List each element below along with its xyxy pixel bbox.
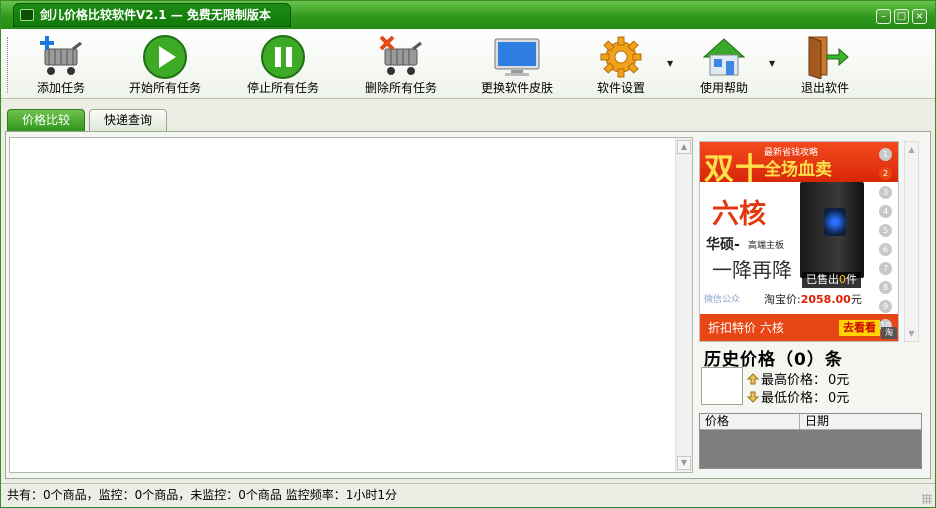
- min-price-label: 最低价格：: [761, 391, 827, 406]
- window-controls: – □ ×: [876, 9, 927, 24]
- cart-add-icon: [37, 35, 85, 79]
- ad-go-button[interactable]: 去看看: [839, 320, 880, 336]
- col-price-header[interactable]: 价格: [700, 414, 800, 429]
- ad-core: 六核: [712, 199, 766, 230]
- ad-carousel-dot[interactable]: 2: [879, 167, 892, 180]
- ad-sold-badge: 已售出0件: [802, 272, 861, 288]
- ad-banner[interactable]: 双十 最新省钱攻略 全场血卖 六核 华硕- 高端主板 一降再降 已售出0件 微信…: [699, 141, 899, 342]
- history-table[interactable]: 价格 日期: [699, 413, 922, 469]
- settings-button[interactable]: 软件设置: [587, 31, 655, 97]
- close-button[interactable]: ×: [912, 9, 927, 24]
- maximize-button[interactable]: □: [894, 9, 909, 24]
- exit-label: 退出软件: [800, 81, 849, 95]
- max-price-row: 最高价格： 0元: [747, 369, 849, 388]
- ad-carousel-dots: 1 2 3 4 5 6 7 8 9 10: [879, 148, 895, 338]
- toolbar-grip[interactable]: [7, 37, 9, 93]
- scroll-down-arrow[interactable]: ▼: [677, 456, 691, 470]
- min-price-row: 最低价格： 0元: [747, 387, 849, 406]
- ad-carousel-dot[interactable]: 1: [879, 148, 892, 161]
- task-list[interactable]: ▲ ▼: [9, 137, 693, 473]
- tab-express-query[interactable]: 快递查询: [89, 109, 167, 131]
- ad-headline: 双十: [704, 152, 766, 187]
- ad-carousel-dot[interactable]: 5: [879, 224, 892, 237]
- ad-carousel-dot[interactable]: 8: [879, 281, 892, 294]
- status-text: 共有：0个商品，监控：0个商品，未监控：0个商品 监控频率：1小时1分: [7, 488, 397, 502]
- ad-price-label: 淘宝价:: [764, 293, 801, 306]
- stop-all-button[interactable]: 停止所有任务: [239, 31, 327, 97]
- ad-brand-sub: 高端主板: [748, 241, 785, 251]
- ad-scrollbar[interactable]: ▲ ▼: [904, 141, 919, 342]
- settings-label: 软件设置: [596, 81, 645, 95]
- ad-sold-suffix: 件: [846, 273, 857, 286]
- gear-icon: [597, 35, 645, 79]
- taobao-mark: 淘: [881, 327, 897, 339]
- ad-carousel-dot[interactable]: 4: [879, 205, 892, 218]
- arrow-up-icon: [747, 372, 759, 385]
- settings-dropdown-arrow[interactable]: ▼: [667, 59, 673, 68]
- title-tab: 剑儿价格比较软件V2.1 — 免费无限制版本: [13, 3, 291, 27]
- window-title: 剑儿价格比较软件V2.1 — 免费无限制版本: [40, 8, 271, 22]
- ad-carousel-dot[interactable]: 9: [879, 300, 892, 313]
- change-skin-label: 更换软件皮肤: [480, 81, 553, 95]
- ad-bottom-bar: 折扣特价 六核 去看看: [700, 314, 898, 341]
- ad-sold-count: 0: [839, 273, 846, 286]
- ad-carousel-dot[interactable]: 3: [879, 186, 892, 199]
- status-bar: 共有：0个商品，监控：0个商品，未监控：0个商品 监控频率：1小时1分: [1, 483, 935, 507]
- delete-all-label: 删除所有任务: [364, 81, 437, 95]
- ad-price-unit: 元: [850, 293, 862, 306]
- ad-carousel-dot[interactable]: 6: [879, 243, 892, 256]
- history-table-header: 价格 日期: [700, 414, 921, 430]
- ad-sold-prefix: 已售出: [806, 273, 839, 286]
- ad-logo: 微信公众: [704, 295, 741, 305]
- monitor-icon: [493, 35, 541, 79]
- ad-price-value: 2058.00: [800, 293, 851, 306]
- resize-grip[interactable]: [922, 494, 932, 504]
- add-task-button[interactable]: 添加任务: [23, 31, 99, 97]
- app-icon: [20, 9, 34, 21]
- help-button[interactable]: 使用帮助: [691, 31, 757, 97]
- max-price-label: 最高价格：: [761, 373, 827, 388]
- product-thumbnail: [701, 367, 743, 405]
- max-price-value: 0元: [828, 373, 850, 388]
- play-icon: [141, 35, 189, 79]
- toolbar: 添加任务 开始所有任务 停止所有任务 删除所有任务 更换软件皮肤 软件设置 ▼ …: [1, 29, 935, 99]
- change-skin-button[interactable]: 更换软件皮肤: [473, 31, 561, 97]
- delete-all-button[interactable]: 删除所有任务: [357, 31, 445, 97]
- help-dropdown-arrow[interactable]: ▼: [769, 59, 775, 68]
- pc-tower-image: [800, 182, 864, 278]
- add-task-label: 添加任务: [36, 81, 85, 95]
- ad-carousel-dot[interactable]: 7: [879, 262, 892, 275]
- title-bar[interactable]: 剑儿价格比较软件V2.1 — 免费无限制版本 – □ ×: [1, 1, 935, 29]
- house-icon: [700, 35, 748, 79]
- tab-price-compare[interactable]: 价格比较: [7, 109, 85, 131]
- ad-tag-big: 全场血卖: [764, 160, 832, 180]
- min-price-value: 0元: [828, 391, 850, 406]
- ad-brand: 华硕-: [706, 237, 740, 253]
- pause-icon: [259, 35, 307, 79]
- ad-scroll-up-arrow[interactable]: ▲: [905, 143, 918, 156]
- minimize-button[interactable]: –: [876, 9, 891, 24]
- exit-door-icon: [801, 35, 849, 79]
- app-window: 剑儿价格比较软件V2.1 — 免费无限制版本 – □ × 添加任务 开始所有任务…: [0, 0, 936, 508]
- arrow-down-icon: [747, 391, 759, 403]
- start-all-label: 开始所有任务: [128, 81, 201, 95]
- scroll-up-arrow[interactable]: ▲: [677, 140, 691, 154]
- exit-button[interactable]: 退出软件: [793, 31, 857, 97]
- ad-scroll-down-arrow[interactable]: ▼: [905, 327, 918, 340]
- ad-drop-text: 一降再降: [712, 258, 792, 282]
- cart-delete-icon: [377, 35, 425, 79]
- ad-bottom-text: 折扣特价 六核: [708, 321, 784, 335]
- stop-all-label: 停止所有任务: [246, 81, 319, 95]
- ad-price: 淘宝价:2058.00元: [764, 292, 862, 308]
- start-all-button[interactable]: 开始所有任务: [121, 31, 209, 97]
- help-label: 使用帮助: [699, 81, 748, 95]
- col-date-header[interactable]: 日期: [800, 414, 829, 429]
- task-list-scrollbar[interactable]: ▲ ▼: [675, 138, 692, 472]
